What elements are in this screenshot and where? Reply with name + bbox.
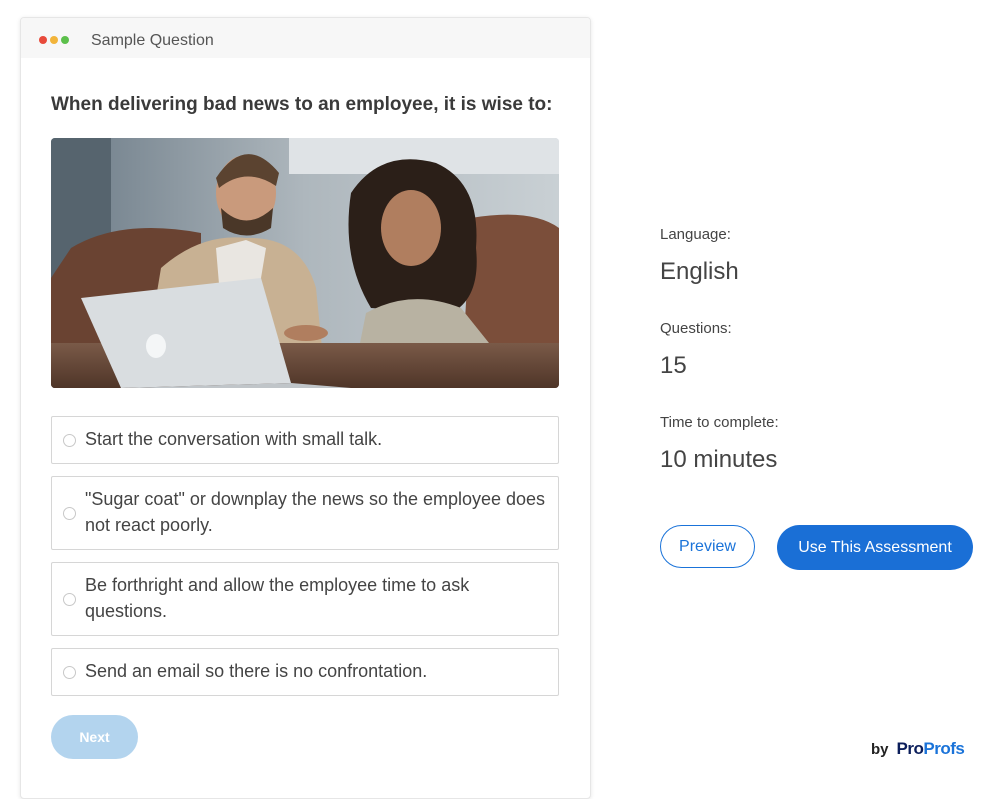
answer-option-3[interactable]: Be forthright and allow the employee tim… (51, 562, 559, 636)
radio-icon[interactable] (63, 434, 76, 447)
radio-icon[interactable] (63, 593, 76, 606)
proprofs-logo[interactable]: ProProfs (897, 739, 965, 759)
answer-option-label: Be forthright and allow the employee tim… (85, 575, 470, 621)
question-image (51, 138, 559, 388)
time-label: Time to complete: (660, 414, 779, 431)
questions-value: 15 (660, 352, 687, 379)
card-title: Sample Question (91, 32, 214, 49)
question-text: When delivering bad news to an employee,… (51, 94, 553, 115)
time-value: 10 minutes (660, 446, 778, 473)
brand-footer: by ProProfs (871, 739, 965, 759)
yellow-dot-icon (50, 36, 58, 44)
language-value: English (660, 258, 739, 285)
answer-option-label: Start the conversation with small talk. (85, 429, 383, 449)
green-dot-icon (61, 36, 69, 44)
language-label: Language: (660, 226, 731, 243)
red-dot-icon (39, 36, 47, 44)
radio-icon[interactable] (63, 507, 76, 520)
brand-by-label: by (871, 741, 889, 758)
card-header: Sample Question (21, 18, 590, 58)
answer-option-label: "Sugar coat" or downplay the news so the… (85, 489, 546, 535)
photo-two-people-laptop-icon (51, 138, 559, 388)
questions-label: Questions: (660, 320, 732, 337)
answer-option-2[interactable]: "Sugar coat" or downplay the news so the… (51, 476, 559, 550)
answer-option-1[interactable]: Start the conversation with small talk. (51, 416, 559, 464)
question-card: Sample Question When delivering bad news… (20, 17, 591, 799)
use-assessment-button[interactable]: Use This Assessment (777, 525, 973, 570)
radio-icon[interactable] (63, 666, 76, 679)
logo-profs: Profs (923, 739, 965, 758)
preview-button[interactable]: Preview (660, 525, 755, 568)
answer-option-4[interactable]: Send an email so there is no confrontati… (51, 648, 559, 696)
next-button[interactable]: Next (51, 715, 138, 759)
window-dots (39, 36, 69, 44)
answer-option-label: Send an email so there is no confrontati… (85, 661, 428, 681)
logo-pro: Pro (896, 739, 924, 758)
